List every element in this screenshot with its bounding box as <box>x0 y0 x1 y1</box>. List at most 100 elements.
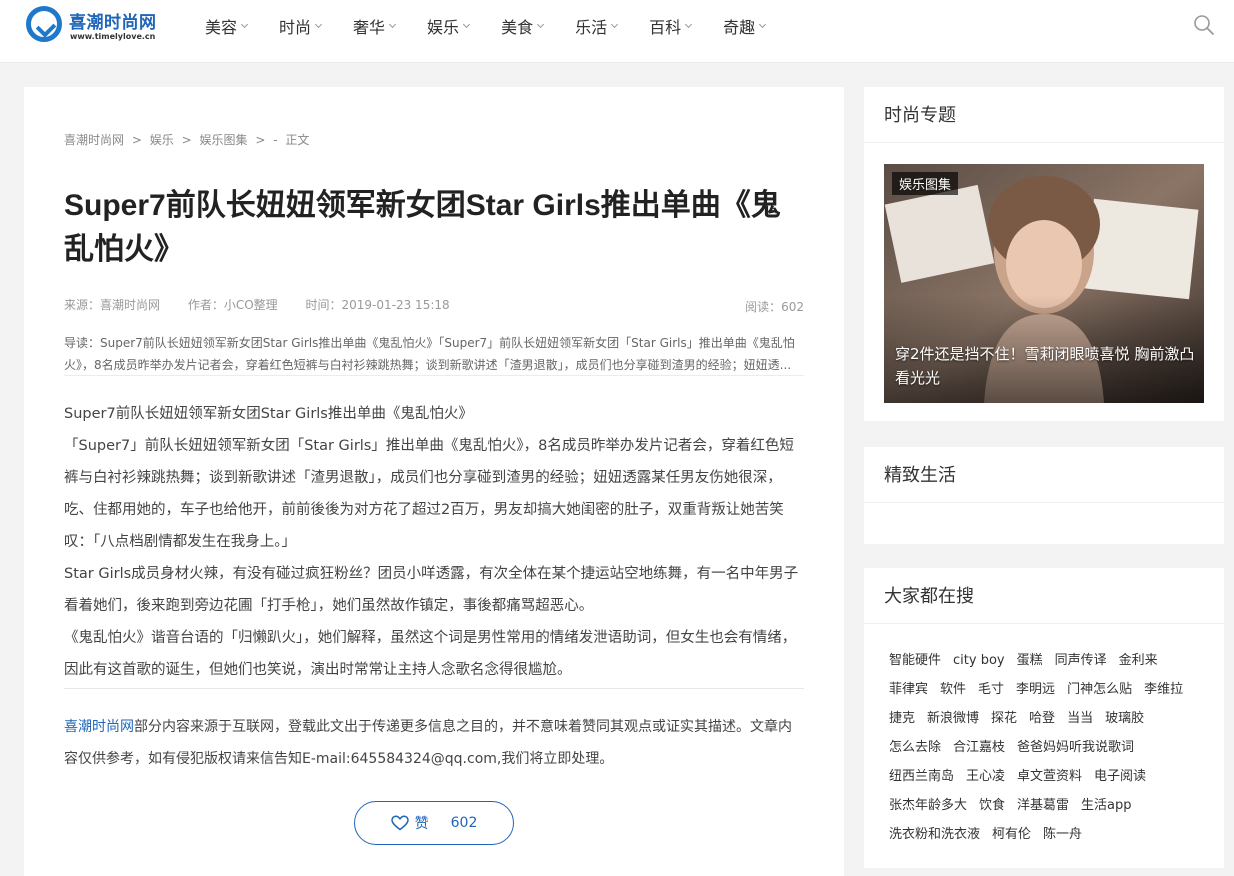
article-title: Super7前队长妞妞领军新女团Star Girls推出单曲《鬼乱怕火》 <box>64 189 781 266</box>
logo-url: www.timelylove.cn <box>70 32 156 41</box>
like-button[interactable]: 赞 602 <box>354 801 514 845</box>
article-source: 来源：喜潮时尚网 <box>64 298 161 312</box>
breadcrumb: 喜潮时尚网 > 娱乐 > 娱乐图集 > - 正文 <box>64 131 313 148</box>
site-header: 喜潮时尚网 www.timelylove.cn 美容 时尚 奢华 娱乐 美食 乐… <box>0 0 1234 63</box>
feature-tag[interactable]: 娱乐图集 <box>892 172 959 195</box>
logo-icon <box>26 6 62 42</box>
chevron-down-icon <box>240 20 249 29</box>
breadcrumb-entertainment[interactable]: 娱乐 <box>150 133 174 147</box>
card-title: 时尚专题 <box>864 87 1224 143</box>
main-nav: 美容 时尚 奢华 娱乐 美食 乐活 百科 奇趣 <box>205 0 797 52</box>
search-tag[interactable]: 智能硬件 <box>884 646 946 675</box>
search-tag[interactable]: 合江嘉枝 <box>948 733 1010 762</box>
copyright-notice: 喜潮时尚网部分内容来源于互联网，登载此文出于传递更多信息之目的，并不意味着赞同其… <box>64 711 804 775</box>
search-tag[interactable]: 爸爸妈妈听我说歌词 <box>1012 733 1139 762</box>
breadcrumb-current: 正文 <box>285 133 310 147</box>
search-tag[interactable]: 洗衣粉和洗衣液 <box>884 820 985 849</box>
nav-item-lifestyle[interactable]: 乐活 <box>575 0 619 52</box>
card-title: 大家都在搜 <box>864 568 1224 624</box>
article-paragraph: 「Super7」前队长妞妞领军新女团「Star Girls」推出单曲《鬼乱怕火》… <box>64 438 794 550</box>
chevron-down-icon <box>537 20 545 29</box>
breadcrumb-dash: - <box>273 133 278 147</box>
breadcrumb-home[interactable]: 喜潮时尚网 <box>64 133 124 147</box>
heart-icon <box>390 815 409 831</box>
like-label: 赞 <box>414 816 429 832</box>
breadcrumb-sep: > <box>255 133 266 147</box>
chevron-down-icon <box>759 20 767 29</box>
search-tag[interactable]: 柯有伦 <box>987 820 1036 849</box>
search-tag[interactable]: 门神怎么贴 <box>1062 675 1137 704</box>
article-paragraph: Super7前队长妞妞领军新女团Star Girls推出单曲《鬼乱怕火》 <box>64 406 473 422</box>
search-tag[interactable]: 探花 <box>986 704 1022 733</box>
nav-item-encyclopedia[interactable]: 百科 <box>649 0 693 52</box>
search-tag[interactable]: 李明远 <box>1011 675 1060 704</box>
nav-label: 乐活 <box>575 18 608 37</box>
breadcrumb-sep: > <box>131 133 142 147</box>
article-reads: 阅读：602 <box>745 300 804 314</box>
chevron-down-icon <box>463 20 471 29</box>
search-tag[interactable]: 当当 <box>1062 704 1098 733</box>
like-count: 602 <box>450 815 478 831</box>
search-tag[interactable]: 哈登 <box>1024 704 1060 733</box>
search-tag[interactable]: 新浪微博 <box>922 704 984 733</box>
popular-search-card: 大家都在搜 智能硬件 city boy 蛋糕 同声传译 金利来菲律宾 软件 毛寸 李明远 门神怎… <box>864 568 1224 868</box>
chevron-down-icon <box>611 20 619 29</box>
search-tag[interactable]: 纽西兰南岛 <box>884 762 959 791</box>
search-tag[interactable]: 菲律宾 <box>884 675 933 704</box>
nav-label: 美容 <box>205 18 238 37</box>
article-author: 作者：小CO整理 <box>187 298 278 312</box>
search-tag[interactable]: 陈一舟 <box>1038 820 1087 849</box>
site-logo[interactable]: 喜潮时尚网 www.timelylove.cn <box>26 6 166 46</box>
search-tag[interactable]: 卓文萱资料 <box>1012 762 1087 791</box>
article-meta: 来源：喜潮时尚网 作者：小CO整理 时间：2019-01-23 15:18 阅读… <box>64 296 804 314</box>
chevron-down-icon <box>389 20 397 29</box>
search-tag[interactable]: 王心凌 <box>961 762 1010 791</box>
fashion-topic-card: 时尚专题 娱乐图集 穿2件还是挡不住！雪莉闭眼喷喜悦 胸前激凸看光光 <box>864 87 1224 421</box>
refined-life-card: 精致生活 <box>864 447 1224 544</box>
breadcrumb-gallery[interactable]: 娱乐图集 <box>199 133 247 147</box>
search-tag[interactable]: 洋基葛雷 <box>1012 791 1074 820</box>
search-tag[interactable]: 怎么去除 <box>884 733 946 762</box>
article-body: Super7前队长妞妞领军新女团Star Girls推出单曲《鬼乱怕火》 「Su… <box>64 398 804 689</box>
search-tag[interactable]: 电子阅读 <box>1089 762 1151 791</box>
search-tag[interactable]: 金利来 <box>1114 646 1163 675</box>
search-tag[interactable]: 蛋糕 <box>1012 646 1048 675</box>
search-tag-list: 智能硬件 city boy 蛋糕 同声传译 金利来菲律宾 软件 毛寸 李明远 门神怎么贴 李维拉捷… <box>884 646 1204 849</box>
card-title: 精致生活 <box>864 447 1224 503</box>
search-tag[interactable]: 生活app <box>1076 791 1136 820</box>
search-tag[interactable]: 玻璃胶 <box>1100 704 1149 733</box>
breadcrumb-sep: > <box>181 133 192 147</box>
article-paragraph: Star Girls成员身材火辣，有没有碰过疯狂粉丝？团员小咩透露，有次全体在某… <box>64 566 799 614</box>
search-tag[interactable]: 软件 <box>935 675 971 704</box>
nav-label: 时尚 <box>279 18 312 37</box>
nav-label: 奇趣 <box>723 18 756 37</box>
nav-item-fashion[interactable]: 时尚 <box>279 0 323 52</box>
notice-site-link[interactable]: 喜潮时尚网 <box>64 719 134 735</box>
notice-text: 部分内容来源于互联网，登载此文出于传递更多信息之目的，并不意味着赞同其观点或证实… <box>64 719 792 767</box>
search-tag[interactable]: 同声传译 <box>1050 646 1112 675</box>
search-tag[interactable]: 捷克 <box>884 704 920 733</box>
logo-name: 喜潮时尚网 <box>69 13 157 33</box>
article-paragraph: 《鬼乱怕火》谐音台语的「归懒趴火」，她们解释，虽然这个词是男性常用的情绪发泄语助… <box>64 630 797 678</box>
feature-image-link[interactable]: 娱乐图集 穿2件还是挡不住！雪莉闭眼喷喜悦 胸前激凸看光光 <box>884 164 1204 403</box>
nav-label: 百科 <box>649 18 682 37</box>
nav-item-curiosity[interactable]: 奇趣 <box>723 0 767 52</box>
search-icon[interactable] <box>1193 14 1215 36</box>
nav-item-beauty[interactable]: 美容 <box>205 0 249 52</box>
article-summary: 导读：Super7前队长妞妞领军新女团Star Girls推出单曲《鬼乱怕火》「… <box>64 332 804 376</box>
nav-item-luxury[interactable]: 奢华 <box>353 0 397 52</box>
nav-label: 奢华 <box>353 18 386 37</box>
search-tag[interactable]: city boy <box>948 646 1010 675</box>
nav-item-food[interactable]: 美食 <box>501 0 545 52</box>
search-tag[interactable]: 毛寸 <box>973 675 1009 704</box>
chevron-down-icon <box>314 20 323 29</box>
article-panel: 喜潮时尚网 > 娱乐 > 娱乐图集 > - 正文 Super7前队长妞妞领军新女… <box>24 87 844 876</box>
search-tag[interactable]: 李维拉 <box>1139 675 1188 704</box>
feature-caption[interactable]: 穿2件还是挡不住！雪莉闭眼喷喜悦 胸前激凸看光光 <box>895 342 1195 390</box>
article-time: 时间：2019-01-23 15:18 <box>305 298 450 312</box>
chevron-down-icon <box>685 20 693 29</box>
nav-item-entertainment[interactable]: 娱乐 <box>427 0 471 52</box>
search-tag[interactable]: 张杰年龄多大 <box>884 791 972 820</box>
search-tag[interactable]: 饮食 <box>974 791 1010 820</box>
nav-label: 娱乐 <box>427 18 460 37</box>
